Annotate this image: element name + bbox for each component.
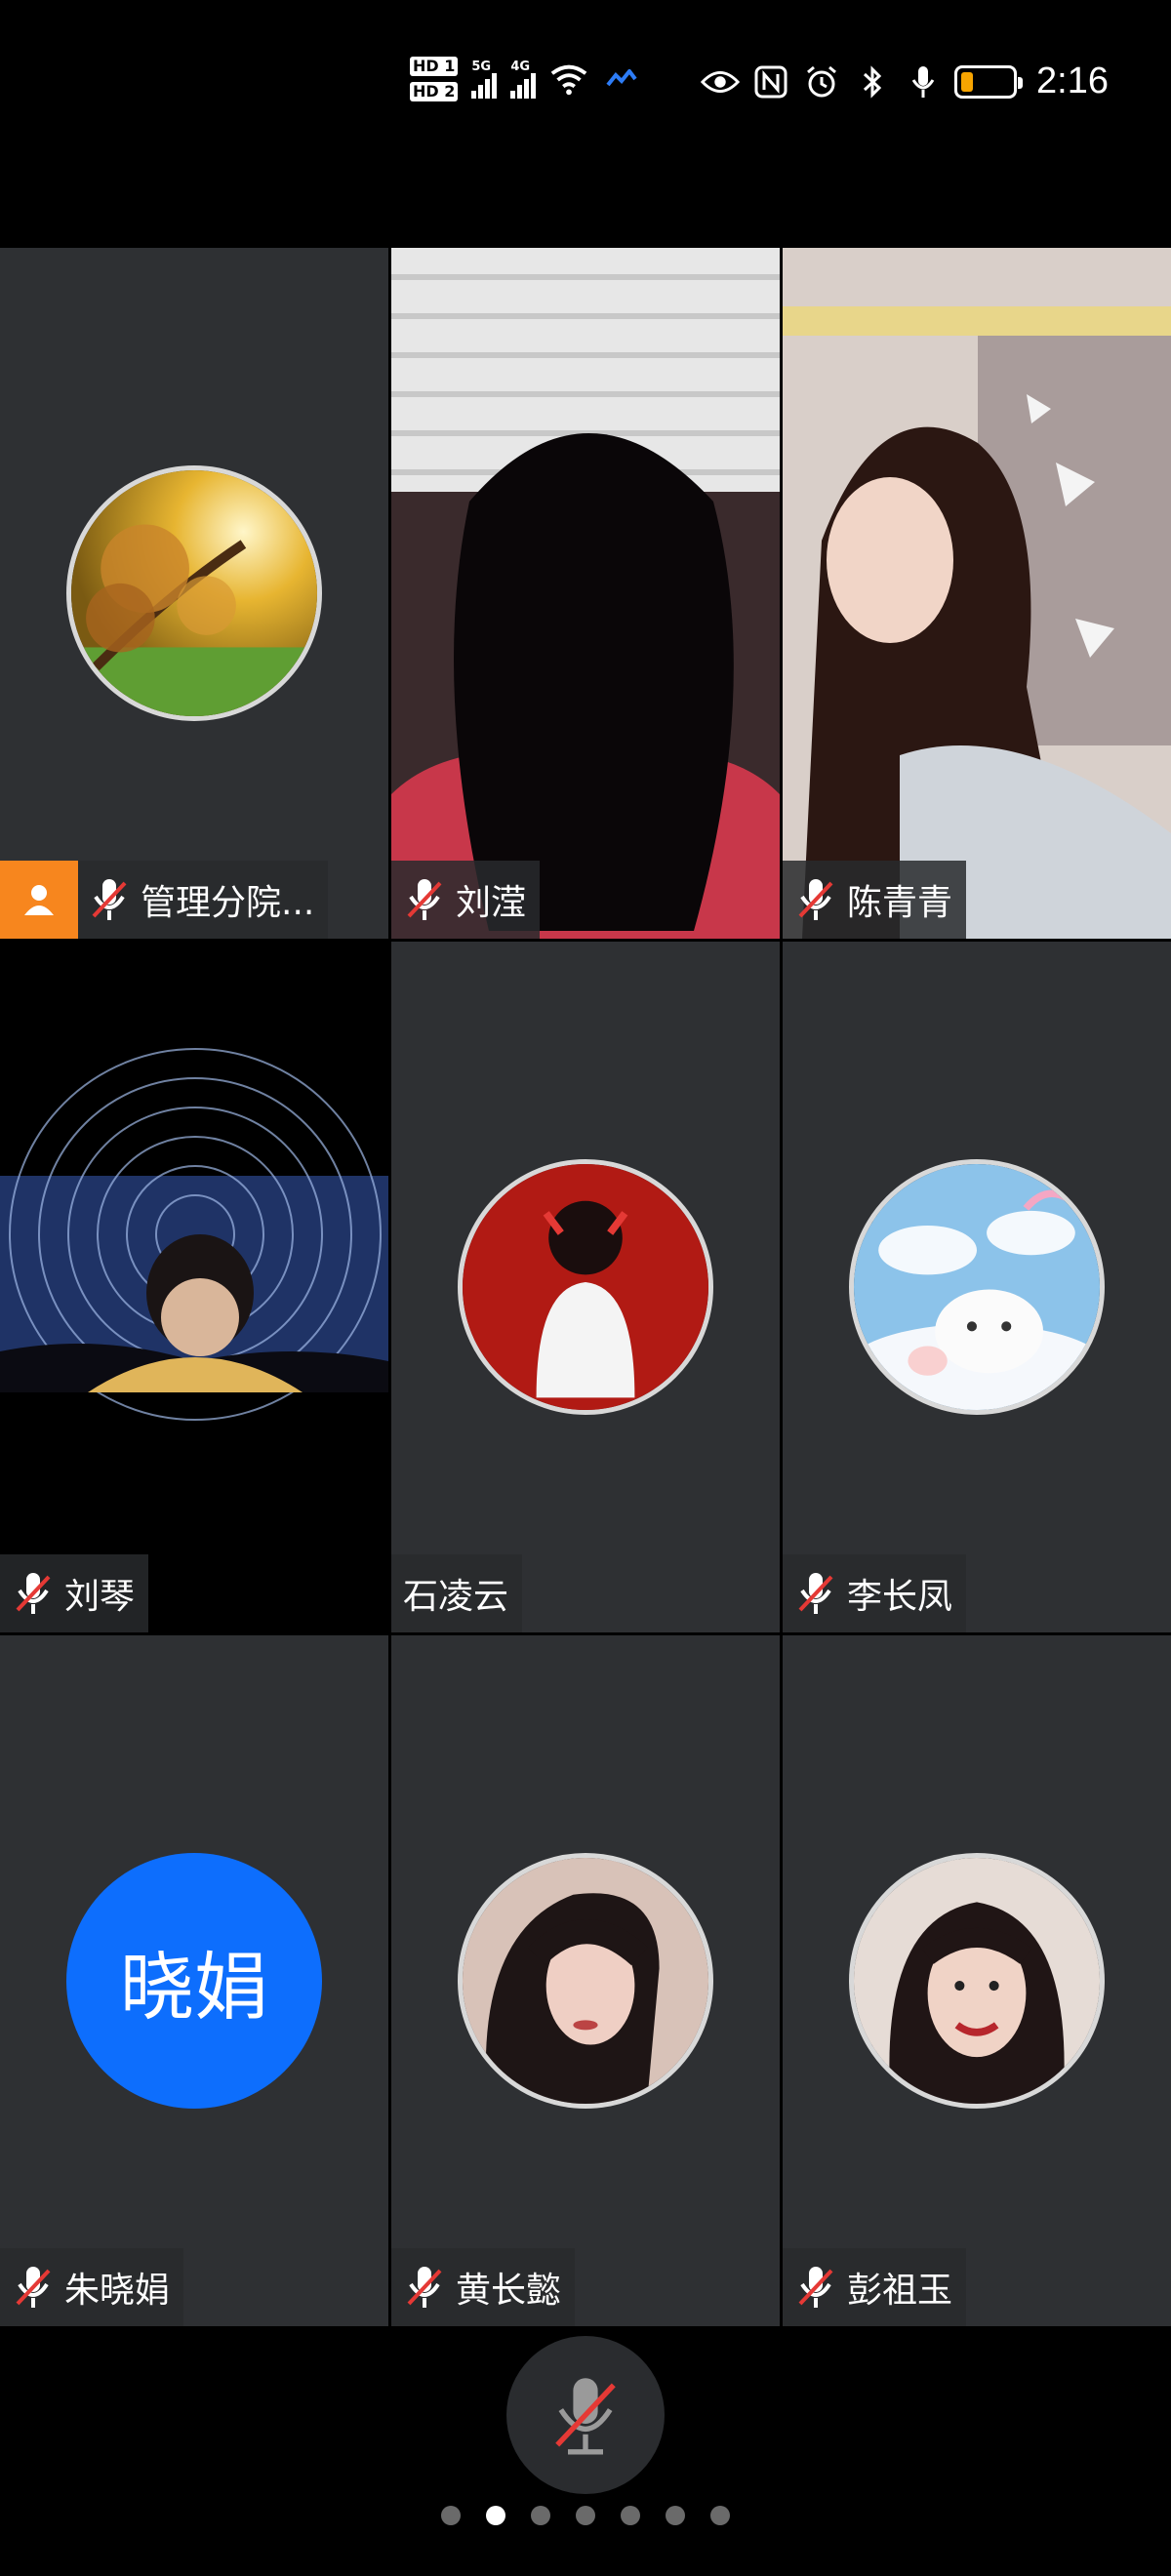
page-dot[interactable] [710, 2506, 730, 2525]
participant-tile[interactable]: 刘滢 [391, 248, 780, 939]
muted-mic-icon [798, 2267, 833, 2308]
clock: 2:16 [1036, 60, 1109, 101]
participant-name: 石凌云 [403, 1577, 509, 1617]
muted-mic-icon [407, 879, 442, 920]
smiling-woman-avatar [849, 1853, 1105, 2109]
woman-portrait-avatar [458, 1853, 713, 2109]
nfc-icon [751, 62, 790, 101]
participant-label: 黄长懿 [391, 2248, 576, 2326]
participant-tile[interactable]: 石凌云 [391, 942, 780, 1632]
battery-icon [954, 64, 1024, 99]
page-dot-active[interactable] [486, 2506, 505, 2525]
participant-label: 石凌云 [391, 1554, 523, 1632]
signal-4g-icon: 4G [510, 60, 537, 99]
participant-name: 黄长懿 [456, 2271, 562, 2311]
text-avatar: 晓娟 [66, 1853, 322, 2109]
page-dot[interactable] [441, 2506, 461, 2525]
participant-label: 陈青青 [783, 861, 967, 939]
avatar-initials: 晓娟 [120, 1944, 268, 2031]
participant-name: 朱晓娟 [64, 2271, 171, 2311]
data-transfer-icon [602, 60, 641, 99]
muted-mic-icon [16, 2267, 51, 2308]
participant-name: 刘琴 [64, 1577, 136, 1617]
muted-mic-icon [798, 1573, 833, 1614]
hd-voice-1-badge: HD 1 [410, 57, 459, 76]
host-icon [0, 861, 78, 939]
participant-grid: 管理分院... 刘滢 陈青青 刘琴 石凌云 李长凤 晓娟 朱晓娟 黄长懿 彭祖玉 [0, 248, 1171, 2326]
system-indicators: 2:16 [701, 60, 1109, 102]
participant-tile[interactable]: 陈青青 [783, 248, 1171, 939]
signal-5g-icon: 5G [471, 60, 498, 99]
participant-tile[interactable]: 管理分院... [0, 248, 388, 939]
hd-voice-2-badge: HD 2 [410, 82, 459, 101]
participant-tile[interactable]: 彭祖玉 [783, 1635, 1171, 2326]
alarm-icon [802, 62, 841, 101]
participant-label: 刘滢 [391, 861, 541, 939]
participant-label: 朱晓娟 [0, 2248, 184, 2326]
woman-video [783, 248, 1171, 939]
muted-mic-icon [555, 2378, 616, 2455]
participant-label: 彭祖玉 [783, 2248, 967, 2326]
participant-name: 刘滢 [456, 883, 527, 923]
participant-tile[interactable]: 李长凤 [783, 942, 1171, 1632]
participant-tile[interactable]: 晓娟 朱晓娟 [0, 1635, 388, 2326]
mute-toggle-button[interactable] [506, 2336, 665, 2494]
participant-label: 管理分院... [0, 861, 329, 939]
participant-label: 刘琴 [0, 1554, 149, 1632]
muted-mic-icon [92, 879, 127, 920]
participant-tile[interactable]: 黄长懿 [391, 1635, 780, 2326]
status-bar: HD 1 HD 2 5G 4G 2:16 [0, 0, 1171, 176]
muted-mic-icon [798, 879, 833, 920]
page-dot[interactable] [666, 2506, 685, 2525]
network-indicators: HD 1 HD 2 5G 4G [410, 57, 641, 101]
page-indicator[interactable] [0, 2506, 1171, 2525]
page-dot[interactable] [576, 2506, 595, 2525]
participant-name: 陈青青 [847, 883, 953, 923]
girl-red-background-avatar [458, 1159, 713, 1415]
participant-name: 管理分院... [141, 883, 315, 923]
star-trail-video [0, 942, 388, 1632]
muted-mic-icon [16, 1573, 51, 1614]
bluetooth-icon [853, 62, 892, 101]
page-dot[interactable] [621, 2506, 640, 2525]
participant-name: 李长凤 [847, 1577, 953, 1617]
wifi-icon [549, 60, 588, 99]
autumn-tree-avatar [66, 465, 322, 721]
page-dot[interactable] [531, 2506, 550, 2525]
muted-mic-icon [407, 2267, 442, 2308]
participant-name: 彭祖玉 [847, 2271, 953, 2311]
person-video [391, 248, 780, 939]
eye-icon [701, 62, 741, 101]
participant-tile[interactable]: 刘琴 [0, 942, 388, 1632]
cloud-cat-avatar [849, 1159, 1105, 1415]
participant-label: 李长凤 [783, 1554, 967, 1632]
microphone-icon [904, 62, 943, 101]
